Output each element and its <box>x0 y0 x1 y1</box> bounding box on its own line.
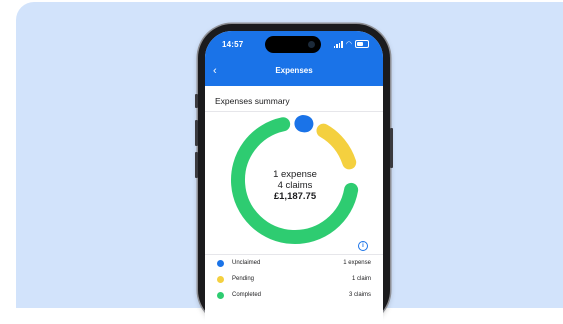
power-button <box>390 128 393 168</box>
legend-label: Completed <box>232 292 261 298</box>
divider <box>205 111 383 112</box>
volume-up-button <box>195 120 198 146</box>
page-title: Expenses <box>205 66 383 75</box>
status-bar: 14:57 ◠ <box>205 31 383 61</box>
legend-value: 1 expense <box>343 260 371 266</box>
action-button <box>195 94 198 108</box>
center-total-amount: £1,187.75 <box>245 191 345 202</box>
divider <box>205 254 383 255</box>
phone-screen: 14:57 ◠ ‹ Expenses Expenses summary 1 ex… <box>205 31 383 324</box>
volume-down-button <box>195 152 198 178</box>
legend-label: Unclaimed <box>232 260 260 266</box>
legend-dot-unclaimed <box>217 260 224 267</box>
status-icons: ◠ <box>334 40 369 48</box>
battery-icon <box>355 40 369 48</box>
nav-bar: ‹ Expenses <box>205 61 383 86</box>
summary-title: Expenses summary <box>215 96 290 106</box>
info-icon[interactable]: i <box>358 241 368 251</box>
phone-frame: 14:57 ◠ ‹ Expenses Expenses summary 1 ex… <box>198 24 390 324</box>
legend-label: Pending <box>232 276 254 282</box>
center-claim-count: 4 claims <box>245 180 345 191</box>
legend-value: 1 claim <box>352 276 371 282</box>
legend-value: 3 claims <box>349 292 371 298</box>
legend-dot-pending <box>217 276 224 283</box>
donut-segment-pending[interactable] <box>324 131 350 163</box>
status-time: 14:57 <box>222 40 243 49</box>
legend-item-completed[interactable]: Completed 3 claims <box>217 290 371 302</box>
legend-item-unclaimed[interactable]: Unclaimed 1 expense <box>217 258 371 270</box>
camera-icon <box>308 41 315 48</box>
dynamic-island <box>265 36 321 53</box>
signal-icon <box>334 41 343 48</box>
legend-dot-completed <box>217 292 224 299</box>
legend-item-pending[interactable]: Pending 1 claim <box>217 274 371 286</box>
wifi-icon: ◠ <box>346 41 352 48</box>
center-expense-count: 1 expense <box>245 169 345 180</box>
